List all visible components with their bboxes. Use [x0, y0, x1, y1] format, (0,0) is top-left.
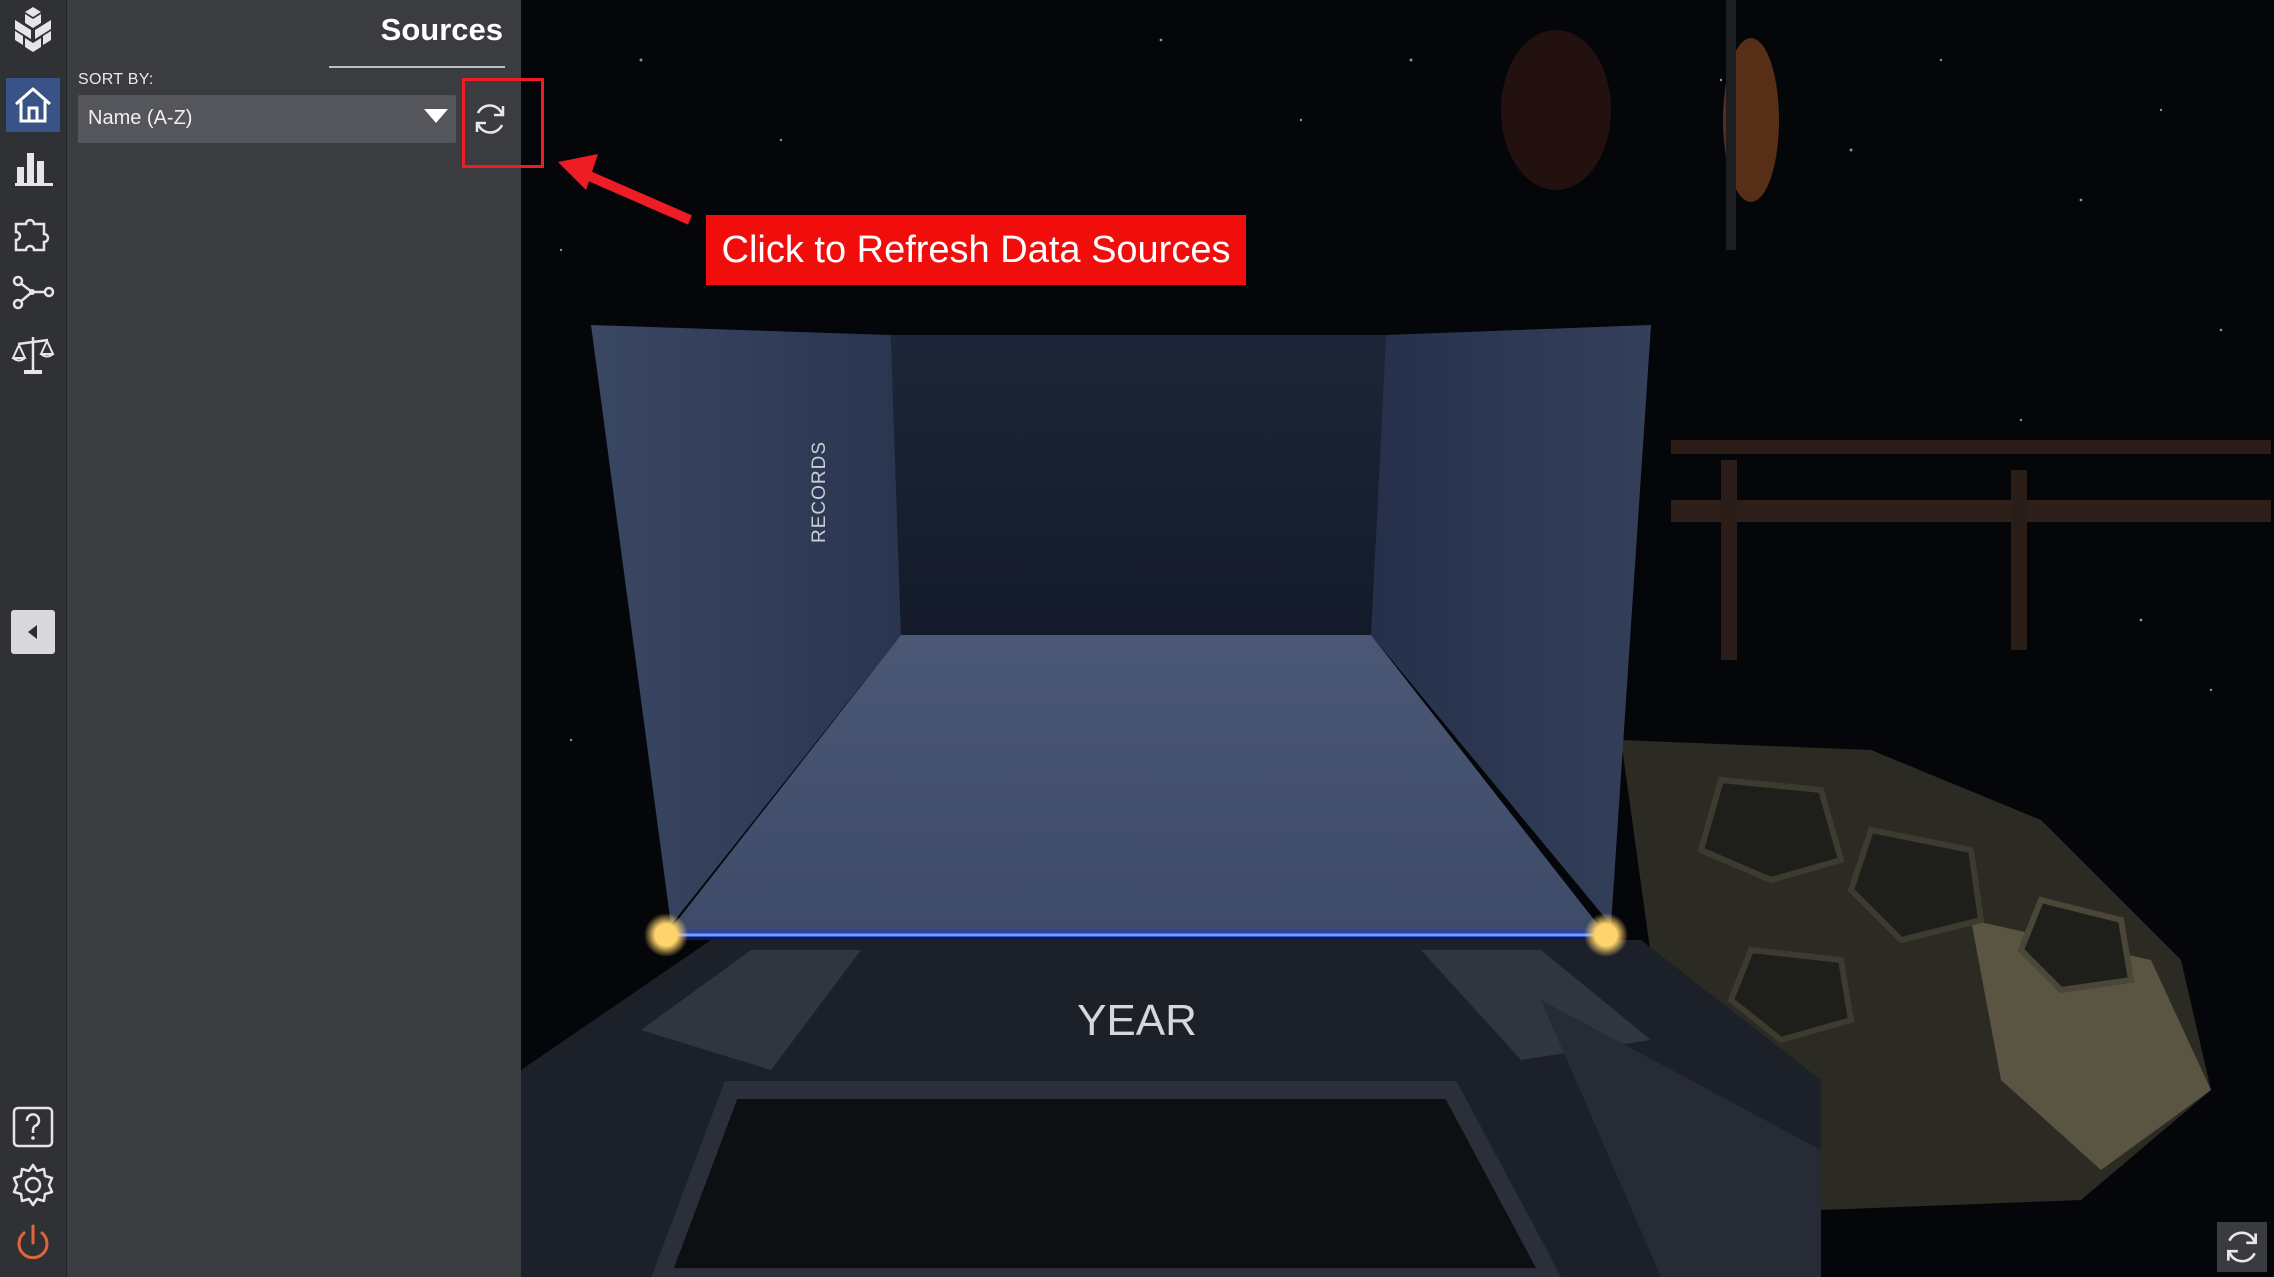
title-underline [329, 66, 505, 68]
nav-home[interactable] [6, 78, 60, 132]
settings-button[interactable] [6, 1158, 60, 1212]
back-wall [891, 335, 1386, 635]
bar-chart-icon [15, 153, 53, 186]
annotation-highlight-box [462, 78, 544, 168]
puzzle-icon [14, 218, 50, 252]
power-icon [17, 1224, 49, 1260]
axis-endpoint-right-core [1595, 924, 1617, 946]
power-button[interactable] [6, 1216, 60, 1270]
graph-network-icon [12, 275, 55, 310]
collapse-panel-button[interactable] [11, 610, 55, 654]
sources-panel: Sources SORT BY: Name (A-Z) [67, 0, 521, 1277]
nav-charts[interactable] [6, 140, 60, 194]
distant-rock [1501, 0, 1779, 250]
sort-selected-value: Name (A-Z) [88, 107, 193, 129]
settings-icon [12, 1163, 54, 1207]
chevron-down-icon [424, 109, 448, 123]
nav-compare[interactable] [6, 328, 60, 382]
app-logo[interactable] [6, 4, 60, 58]
refresh-icon [2227, 1231, 2257, 1263]
nav-network[interactable] [6, 266, 60, 320]
scales-icon [11, 337, 55, 374]
railing [1671, 440, 2271, 660]
logo-icon [15, 7, 51, 52]
y-axis-label: RECORDS [809, 440, 830, 544]
sort-by-label: SORT BY: [78, 71, 154, 88]
help-button[interactable] [6, 1100, 60, 1154]
annotation-callout: Click to Refresh Data Sources [706, 215, 1246, 285]
panel-title: Sources [380, 12, 503, 47]
nav-extensions[interactable] [6, 204, 60, 258]
collapse-left-icon [28, 625, 37, 639]
sort-dropdown[interactable]: Name (A-Z) [78, 95, 456, 143]
axis-endpoint-left-core [655, 924, 677, 946]
x-axis-label: YEAR [1077, 996, 1197, 1045]
home-icon [15, 87, 51, 123]
platform [521, 940, 1821, 1277]
scene-refresh-button[interactable] [2217, 1222, 2267, 1272]
app-root: Sources SORT BY: Name (A-Z) RECORDS YEAR… [0, 0, 2274, 1277]
icon-rail [0, 0, 67, 1277]
scene-viewport[interactable] [521, 0, 2274, 1277]
annotation-arrow-icon [558, 154, 692, 225]
scene-background [521, 0, 2271, 1277]
help-icon [12, 1106, 54, 1148]
